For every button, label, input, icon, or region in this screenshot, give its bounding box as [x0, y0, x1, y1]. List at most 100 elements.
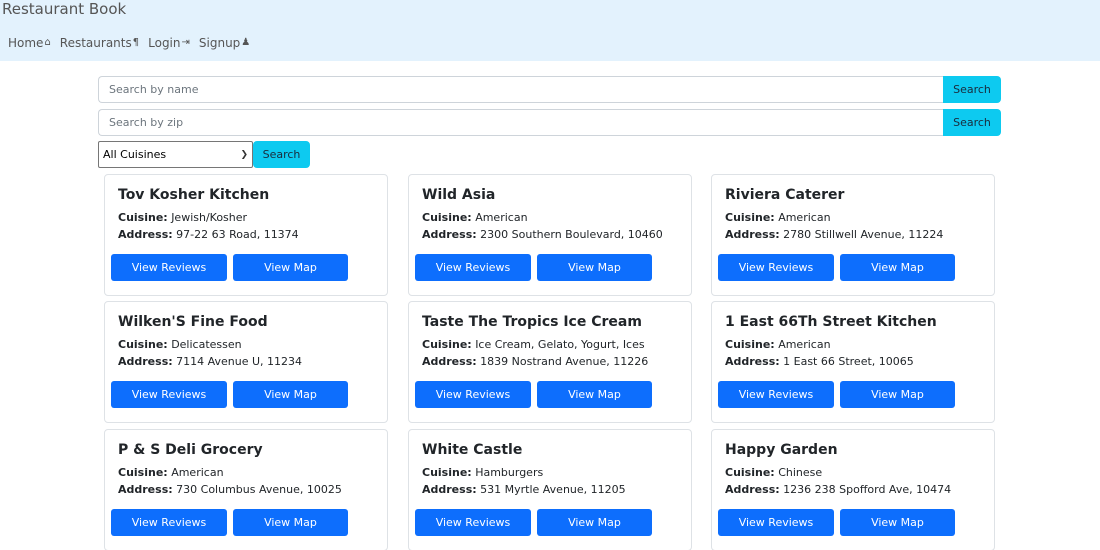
- restaurant-name: Wilken'S Fine Food: [118, 314, 268, 330]
- view-map-button[interactable]: View Map: [537, 254, 652, 281]
- restaurant-name: Wild Asia: [422, 187, 496, 203]
- restaurant-card: Riviera Caterer Cuisine: American Addres…: [711, 174, 995, 296]
- cuisine-label: Cuisine:: [725, 338, 775, 351]
- restaurant-cuisine: Cuisine: American: [118, 466, 224, 479]
- view-reviews-button[interactable]: View Reviews: [415, 381, 531, 408]
- cuisine-select-value: All Cuisines: [103, 148, 167, 161]
- restaurant-card: White Castle Cuisine: Hamburgers Address…: [408, 429, 692, 550]
- view-map-button[interactable]: View Map: [537, 381, 652, 408]
- address-value: 2300 Southern Boulevard, 10460: [480, 228, 663, 241]
- restaurant-card: Happy Garden Cuisine: Chinese Address: 1…: [711, 429, 995, 550]
- cuisine-value: American: [778, 211, 831, 224]
- cuisine-value: American: [171, 466, 224, 479]
- cuisine-value: American: [778, 338, 831, 351]
- view-reviews-button[interactable]: View Reviews: [718, 509, 834, 536]
- address-label: Address:: [422, 355, 477, 368]
- nav-login-label: Login: [148, 36, 181, 50]
- restaurant-cuisine: Cuisine: American: [422, 211, 528, 224]
- cuisine-label: Cuisine:: [725, 211, 775, 224]
- nav-home-label: Home: [8, 36, 44, 50]
- restaurant-name: Taste The Tropics Ice Cream: [422, 314, 642, 330]
- cuisine-label: Cuisine:: [725, 466, 775, 479]
- brand-title[interactable]: Restaurant Book: [2, 0, 126, 18]
- cuisine-label: Cuisine:: [118, 211, 168, 224]
- address-value: 2780 Stillwell Avenue, 11224: [783, 228, 944, 241]
- view-map-button[interactable]: View Map: [233, 381, 348, 408]
- restaurant-card: Wilken'S Fine Food Cuisine: Delicatessen…: [104, 301, 388, 423]
- restaurant-address: Address: 7114 Avenue U, 11234: [118, 355, 302, 368]
- nav-login[interactable]: Login ⇥: [148, 35, 190, 51]
- cuisine-value: Hamburgers: [475, 466, 544, 479]
- address-label: Address:: [118, 483, 173, 496]
- view-reviews-button[interactable]: View Reviews: [415, 509, 531, 536]
- nav-restaurants-label: Restaurants: [59, 36, 132, 50]
- view-reviews-button[interactable]: View Reviews: [718, 381, 834, 408]
- restaurant-icon: ¶: [132, 37, 140, 48]
- restaurant-card: P & S Deli Grocery Cuisine: American Add…: [104, 429, 388, 550]
- view-map-button[interactable]: View Map: [233, 254, 348, 281]
- restaurant-name: Tov Kosher Kitchen: [118, 187, 270, 203]
- cuisine-select[interactable]: All Cuisines ❯: [98, 141, 253, 168]
- address-label: Address:: [725, 228, 780, 241]
- cuisine-label: Cuisine:: [422, 466, 472, 479]
- cuisine-label: Cuisine:: [118, 466, 168, 479]
- cuisine-label: Cuisine:: [422, 338, 472, 351]
- navbar: Restaurant Book Home ⌂ Restaurants ¶ Log…: [0, 0, 1100, 61]
- restaurant-address: Address: 1 East 66 Street, 10065: [725, 355, 914, 368]
- restaurant-card: Taste The Tropics Ice Cream Cuisine: Ice…: [408, 301, 692, 423]
- restaurant-name: Riviera Caterer: [725, 187, 845, 203]
- cuisine-value: Chinese: [778, 466, 823, 479]
- view-reviews-button[interactable]: View Reviews: [111, 254, 227, 281]
- chevron-down-icon: ❯: [240, 149, 248, 160]
- address-value: 7114 Avenue U, 11234: [176, 355, 303, 368]
- view-map-button[interactable]: View Map: [233, 509, 348, 536]
- restaurant-cuisine: Cuisine: Hamburgers: [422, 466, 543, 479]
- address-label: Address:: [725, 355, 780, 368]
- cuisine-value: Jewish/Kosher: [171, 211, 248, 224]
- view-reviews-button[interactable]: View Reviews: [415, 254, 531, 281]
- name-search-button[interactable]: Search: [943, 76, 1001, 103]
- restaurant-cuisine: Cuisine: Jewish/Kosher: [118, 211, 247, 224]
- restaurant-cuisine: Cuisine: Ice Cream, Gelato, Yogurt, Ices: [422, 338, 645, 351]
- restaurant-address: Address: 531 Myrtle Avenue, 11205: [422, 483, 626, 496]
- address-value: 531 Myrtle Avenue, 11205: [480, 483, 626, 496]
- restaurant-name: 1 East 66Th Street Kitchen: [725, 314, 937, 330]
- view-map-button[interactable]: View Map: [840, 381, 955, 408]
- restaurant-name: P & S Deli Grocery: [118, 442, 263, 458]
- nav-signup-label: Signup: [198, 36, 241, 50]
- restaurant-cuisine: Cuisine: American: [725, 338, 831, 351]
- restaurant-address: Address: 2300 Southern Boulevard, 10460: [422, 228, 663, 241]
- nav-restaurants[interactable]: Restaurants ¶: [60, 35, 139, 51]
- address-value: 1236 238 Spofford Ave, 10474: [783, 483, 952, 496]
- name-search-row: Search: [98, 76, 1001, 103]
- cuisine-value: Ice Cream, Gelato, Yogurt, Ices: [475, 338, 645, 351]
- restaurant-card: Tov Kosher Kitchen Cuisine: Jewish/Koshe…: [104, 174, 388, 296]
- cuisine-search-button[interactable]: Search: [253, 141, 310, 168]
- view-reviews-button[interactable]: View Reviews: [111, 509, 227, 536]
- address-value: 1 East 66 Street, 10065: [783, 355, 914, 368]
- cuisine-filter-row: All Cuisines ❯ Search: [98, 141, 310, 168]
- zip-search-input[interactable]: [98, 109, 943, 136]
- restaurant-address: Address: 1839 Nostrand Avenue, 11226: [422, 355, 648, 368]
- view-map-button[interactable]: View Map: [840, 509, 955, 536]
- view-map-button[interactable]: View Map: [537, 509, 652, 536]
- view-map-button[interactable]: View Map: [840, 254, 955, 281]
- restaurant-address: Address: 2780 Stillwell Avenue, 11224: [725, 228, 943, 241]
- address-label: Address:: [118, 355, 173, 368]
- cuisine-label: Cuisine:: [118, 338, 168, 351]
- address-value: 1839 Nostrand Avenue, 11226: [480, 355, 649, 368]
- cuisine-label: Cuisine:: [422, 211, 472, 224]
- login-icon: ⇥: [181, 37, 190, 48]
- cuisine-value: Delicatessen: [171, 338, 242, 351]
- view-reviews-button[interactable]: View Reviews: [718, 254, 834, 281]
- nav-home[interactable]: Home ⌂: [8, 35, 51, 51]
- view-reviews-button[interactable]: View Reviews: [111, 381, 227, 408]
- zip-search-button[interactable]: Search: [943, 109, 1001, 136]
- name-search-input[interactable]: [98, 76, 943, 103]
- nav-links: Home ⌂ Restaurants ¶ Login ⇥ Signup ♟: [8, 35, 259, 51]
- restaurant-name: Happy Garden: [725, 442, 838, 458]
- nav-signup[interactable]: Signup ♟: [199, 35, 250, 51]
- restaurant-cuisine: Cuisine: Delicatessen: [118, 338, 242, 351]
- restaurant-cuisine: Cuisine: American: [725, 211, 831, 224]
- restaurant-card: 1 East 66Th Street Kitchen Cuisine: Amer…: [711, 301, 995, 423]
